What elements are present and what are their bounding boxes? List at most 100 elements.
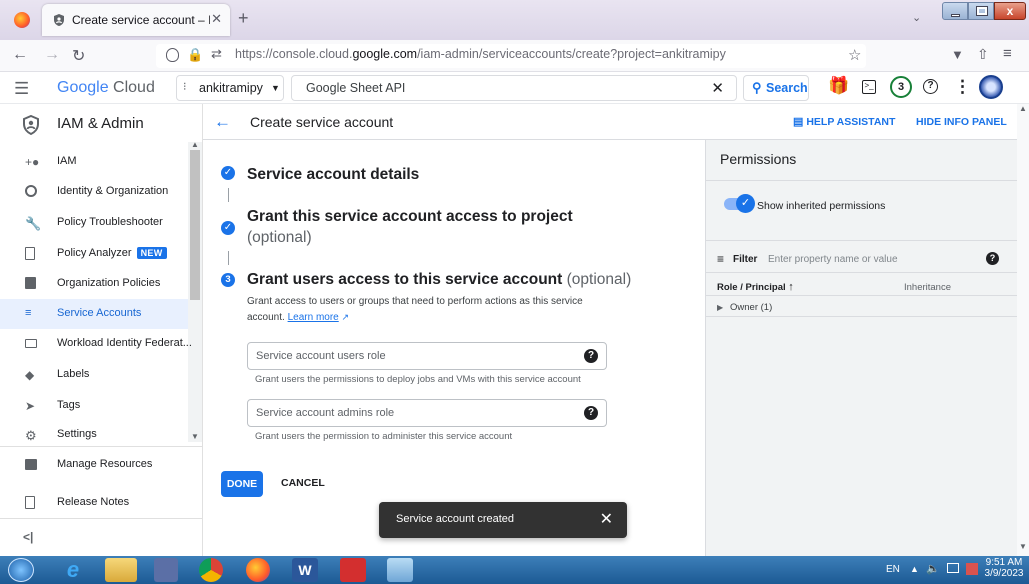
new-badge: NEW	[136, 247, 167, 259]
expand-arrow-icon[interactable]: ▶	[717, 303, 723, 312]
help-icon[interactable]: ?	[986, 252, 999, 265]
shield-favicon-icon	[54, 14, 64, 26]
sidebar-item-workload-identity[interactable]: Workload Identity Federat...	[0, 329, 192, 359]
project-picker[interactable]: ⁝ ankitramipy ▼	[176, 75, 284, 101]
scroll-down-icon[interactable]: ▼	[191, 432, 199, 441]
page-scrollbar[interactable]	[1017, 104, 1029, 556]
back-arrow-icon[interactable]: ←	[214, 112, 231, 132]
notifications-badge[interactable]: 3	[890, 76, 912, 98]
sidebar-item-tags[interactable]: ➤ Tags	[0, 391, 188, 421]
sidebar-release-notes[interactable]: Release Notes	[0, 488, 203, 518]
app-icon[interactable]	[387, 558, 413, 582]
panel-divider	[706, 240, 1018, 241]
acrobat-icon[interactable]	[340, 558, 366, 582]
back-arrow-icon[interactable]: ←	[12, 46, 28, 64]
volume-icon[interactable]: 🔈	[926, 562, 940, 575]
lock-icon[interactable]: 🔒	[187, 47, 203, 63]
step2-title[interactable]: Grant this service account access to pro…	[247, 208, 573, 226]
users-role-field[interactable]: Service account users role ?	[247, 342, 607, 370]
step1-title[interactable]: Service account details	[247, 166, 419, 184]
minimize-button[interactable]	[942, 2, 968, 20]
help-assistant-button[interactable]: ▤ HELP ASSISTANT	[793, 115, 895, 128]
sidebar-divider	[0, 518, 203, 519]
step3-description: Grant access to users or groups that nee…	[247, 296, 583, 307]
admins-role-field[interactable]: Service account admins role ?	[247, 399, 607, 427]
sidebar-item-identity-organization[interactable]: Identity & Organization	[0, 177, 188, 207]
search-input[interactable]: Google Sheet API ✕	[291, 75, 737, 101]
tab-list-chevron-icon[interactable]: ⌄	[912, 11, 921, 24]
network-icon[interactable]	[947, 563, 959, 573]
firefox-icon[interactable]	[246, 558, 270, 582]
internet-explorer-icon[interactable]: e	[57, 558, 89, 582]
tab-close-icon[interactable]: ✕	[211, 11, 222, 27]
cancel-button[interactable]: CANCEL	[281, 477, 325, 489]
new-tab-button[interactable]: +	[238, 8, 249, 29]
sidebar-item-label: Settings	[57, 428, 97, 440]
sidebar-item-labels[interactable]: ◆ Labels	[0, 360, 188, 390]
external-link-icon[interactable]: ↗	[342, 312, 350, 322]
maximize-button[interactable]	[968, 2, 994, 20]
scroll-up-icon[interactable]: ▲	[191, 140, 199, 149]
page-title: Create service account	[250, 114, 394, 130]
file-explorer-icon[interactable]	[105, 558, 137, 582]
app-menu-icon[interactable]: ≡	[1003, 45, 1012, 62]
policy-analyzer-text: Policy Analyzer	[57, 247, 132, 259]
sidebar-item-policy-troubleshooter[interactable]: 🔧 Policy Troubleshooter	[0, 208, 188, 238]
tracking-shield-icon[interactable]	[166, 48, 179, 62]
share-icon[interactable]: ⇧	[977, 46, 989, 63]
snackbar: Service account created ✕	[379, 502, 627, 538]
col-inheritance: Inheritance	[904, 282, 952, 293]
word-icon[interactable]: W	[292, 558, 318, 582]
google-cloud-logo[interactable]: Google Cloud	[57, 79, 155, 97]
close-window-button[interactable]: x	[994, 2, 1026, 20]
chrome-icon[interactable]	[199, 558, 223, 582]
browser-tab-active[interactable]: Create service account – IAM & ✕	[42, 4, 230, 36]
firefox-menu-icon[interactable]	[14, 12, 30, 28]
sidebar-item-label: Release Notes	[57, 496, 130, 508]
search-button[interactable]: ⚲ Search	[743, 75, 809, 101]
start-button[interactable]	[8, 558, 34, 582]
help-icon[interactable]: ?	[584, 349, 598, 363]
learn-more-link[interactable]: Learn more	[288, 312, 339, 323]
snackbar-close-icon[interactable]: ✕	[600, 509, 613, 529]
col-role-principal[interactable]: Role / Principal ↑	[717, 281, 794, 293]
sidebar-manage-resources[interactable]: Manage Resources	[0, 450, 203, 480]
scroll-up-icon[interactable]: ▲	[1019, 104, 1027, 113]
sidebar-item-iam[interactable]: +● IAM	[0, 147, 188, 177]
action-center-icon[interactable]	[966, 563, 978, 575]
avatar[interactable]	[979, 75, 1003, 99]
reload-icon[interactable]: ↻	[72, 46, 85, 66]
hamburger-menu-icon[interactable]: ☰	[14, 79, 29, 99]
panel-divider	[706, 316, 1018, 317]
filter-input[interactable]: Enter property name or value	[768, 254, 898, 265]
help-icon[interactable]: ?	[584, 406, 598, 420]
language-indicator[interactable]: EN	[886, 564, 900, 575]
clock[interactable]: 9:51 AM 3/9/2023	[984, 557, 1024, 579]
toggle-check-icon[interactable]: ✓	[736, 194, 755, 213]
permissions-icon[interactable]: ⇄	[211, 46, 222, 62]
scroll-down-icon[interactable]: ▼	[1019, 542, 1027, 551]
cloud-shell-icon[interactable]: >_	[862, 80, 876, 94]
collapse-sidebar-icon[interactable]: <|	[23, 530, 33, 544]
clear-search-icon[interactable]: ✕	[711, 79, 724, 97]
gift-icon[interactable]: 🎁	[828, 76, 849, 96]
tray-expand-icon[interactable]: ▲	[910, 564, 919, 574]
sidebar-item-service-accounts[interactable]: ≡ Service Accounts	[0, 299, 188, 329]
sidebar-item-organization-policies[interactable]: Organization Policies	[0, 269, 188, 299]
sort-up-arrow-icon: ↑	[788, 281, 794, 293]
pocket-icon[interactable]: ▼	[951, 47, 964, 62]
hide-info-panel-button[interactable]: HIDE INFO PANEL	[916, 116, 1007, 128]
help-icon[interactable]: ?	[923, 79, 938, 94]
more-vert-icon[interactable]: ⋮	[954, 77, 971, 97]
forward-arrow-icon[interactable]: →	[44, 46, 60, 64]
done-button[interactable]: DONE	[221, 471, 263, 497]
owner-row[interactable]: Owner (1)	[730, 302, 772, 313]
url-text[interactable]: https://console.cloud.google.com/iam-adm…	[235, 47, 726, 61]
sidebar-scrollbar-thumb[interactable]	[190, 150, 200, 300]
filter-label: Filter	[733, 254, 758, 265]
media-player-icon[interactable]	[154, 558, 178, 582]
service-account-icon: ≡	[25, 307, 32, 319]
bookmark-star-icon[interactable]: ☆	[848, 46, 861, 64]
sidebar-item-policy-analyzer[interactable]: Policy Analyzer NEW	[0, 239, 188, 269]
help-assistant-label: HELP ASSISTANT	[806, 116, 896, 128]
